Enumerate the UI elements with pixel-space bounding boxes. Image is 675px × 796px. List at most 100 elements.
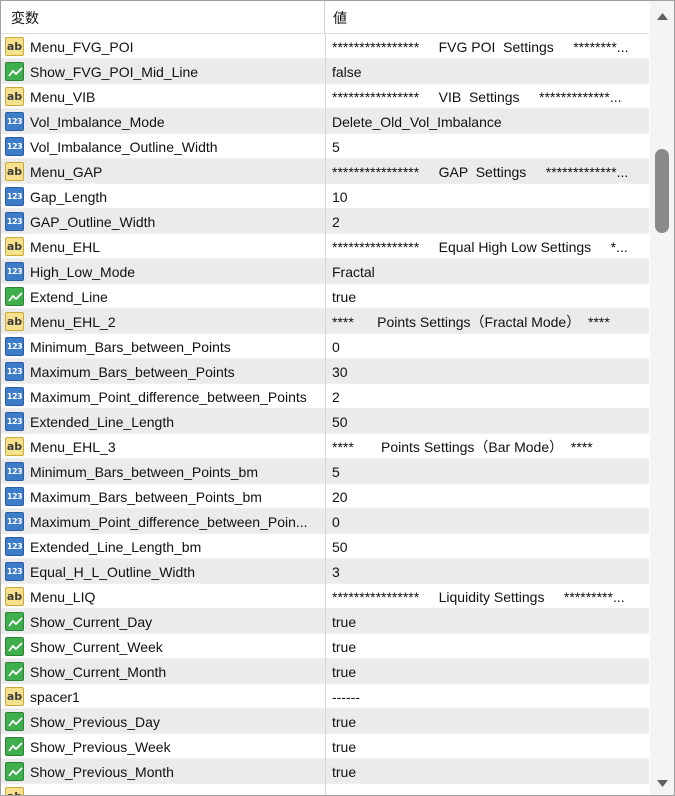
- table-row[interactable]: Show_Previous_Week true: [1, 734, 649, 759]
- variable-cell[interactable]: ab: [1, 784, 324, 795]
- column-header-variable[interactable]: 変数: [11, 1, 39, 34]
- variable-cell[interactable]: Show_Previous_Month: [1, 759, 324, 784]
- table-row[interactable]: ab Menu_LIQ **************** Liquidity Set…: [1, 584, 649, 609]
- value-cell[interactable]: 50: [325, 409, 649, 434]
- value-cell[interactable]: **************** Equal High Low Settings…: [325, 234, 649, 259]
- value-cell[interactable]: 10: [325, 184, 649, 209]
- table-row[interactable]: Show_Previous_Month true: [1, 759, 649, 784]
- value-cell[interactable]: false: [325, 59, 649, 84]
- table-row[interactable]: 123 Minimum_Bars_between_Points_bm 5: [1, 459, 649, 484]
- variable-value[interactable]: ------: [332, 684, 638, 710]
- value-cell[interactable]: **** Points Settings（Fractal Mode） ****: [325, 309, 649, 334]
- variable-value[interactable]: true: [332, 659, 638, 685]
- column-header-value[interactable]: 値: [333, 1, 347, 34]
- variable-value[interactable]: true: [332, 709, 638, 735]
- table-row[interactable]: 123 Equal_H_L_Outline_Width 3: [1, 559, 649, 584]
- variable-value[interactable]: 2: [332, 384, 638, 410]
- variable-cell[interactable]: ab Menu_VIB: [1, 84, 324, 109]
- variable-cell[interactable]: Show_Current_Month: [1, 659, 324, 684]
- table-row[interactable]: 123 Vol_Imbalance_Mode Delete_Old_Vol_Imba…: [1, 109, 649, 134]
- variable-value[interactable]: 5: [332, 134, 638, 160]
- variable-value[interactable]: 50: [332, 534, 638, 560]
- variable-value[interactable]: true: [332, 759, 638, 785]
- variable-cell[interactable]: ab Menu_EHL_2: [1, 309, 324, 334]
- variable-cell[interactable]: Show_Previous_Week: [1, 734, 324, 759]
- value-cell[interactable]: Fractal: [325, 259, 649, 284]
- value-cell[interactable]: true: [325, 659, 649, 684]
- variable-cell[interactable]: ab Menu_GAP: [1, 159, 324, 184]
- table-row[interactable]: Extend_Line true: [1, 284, 649, 309]
- value-cell[interactable]: **** Points Settings（Bar Mode） ****: [325, 434, 649, 459]
- variable-cell[interactable]: 123 Equal_H_L_Outline_Width: [1, 559, 324, 584]
- table-row[interactable]: ab Menu_EHL_3 **** Points Settings（Bar Mod…: [1, 434, 649, 459]
- variable-value[interactable]: 0: [332, 334, 638, 360]
- table-row[interactable]: Show_FVG_POI_Mid_Line false: [1, 59, 649, 84]
- variable-value[interactable]: 30: [332, 359, 638, 385]
- table-row[interactable]: 123 Minimum_Bars_between_Points 0: [1, 334, 649, 359]
- variable-value[interactable]: Delete_Old_Vol_Imbalance: [332, 109, 638, 135]
- variable-cell[interactable]: 123 Maximum_Point_difference_between_Poin…: [1, 384, 324, 409]
- variable-value[interactable]: 5: [332, 459, 638, 485]
- variable-cell[interactable]: ab Menu_FVG_POI: [1, 34, 324, 59]
- table-row[interactable]: 123 Maximum_Point_difference_between_Poin…: [1, 384, 649, 409]
- value-cell[interactable]: true: [325, 284, 649, 309]
- table-row[interactable]: 123 High_Low_Mode Fractal: [1, 259, 649, 284]
- table-row[interactable]: 123 Extended_Line_Length_bm 50: [1, 534, 649, 559]
- variable-value[interactable]: **** Points Settings（Bar Mode） ****: [332, 434, 638, 460]
- variable-value[interactable]: **************** GAP Settings **********…: [332, 159, 638, 185]
- value-cell[interactable]: [325, 784, 649, 795]
- value-cell[interactable]: **************** Liquidity Settings ****…: [325, 584, 649, 609]
- value-cell[interactable]: 0: [325, 334, 649, 359]
- variable-value[interactable]: true: [332, 634, 638, 660]
- variable-cell[interactable]: 123 Maximum_Bars_between_Points_bm: [1, 484, 324, 509]
- value-cell[interactable]: 5: [325, 459, 649, 484]
- value-cell[interactable]: 50: [325, 534, 649, 559]
- table-row[interactable]: 123 GAP_Outline_Width 2: [1, 209, 649, 234]
- table-row[interactable]: 123 Maximum_Bars_between_Points_bm 20: [1, 484, 649, 509]
- table-row[interactable]: ab Menu_EHL **************** Equal High Lo…: [1, 234, 649, 259]
- variable-value[interactable]: **************** Equal High Low Settings…: [332, 234, 638, 260]
- scroll-up-arrow-icon[interactable]: [655, 9, 670, 24]
- value-cell[interactable]: 5: [325, 134, 649, 159]
- value-cell[interactable]: 30: [325, 359, 649, 384]
- variable-cell[interactable]: Extend_Line: [1, 284, 324, 309]
- variable-cell[interactable]: 123 Maximum_Bars_between_Points: [1, 359, 324, 384]
- variable-cell[interactable]: 123 Vol_Imbalance_Outline_Width: [1, 134, 324, 159]
- column-divider[interactable]: [324, 1, 325, 34]
- vertical-scrollbar[interactable]: [650, 1, 674, 795]
- table-row[interactable]: 123 Vol_Imbalance_Outline_Width 5: [1, 134, 649, 159]
- variable-cell[interactable]: Show_Current_Week: [1, 634, 324, 659]
- value-cell[interactable]: ------: [325, 684, 649, 709]
- table-row[interactable]: 123 Maximum_Point_difference_between_Poin…: [1, 509, 649, 534]
- variable-cell[interactable]: 123 Extended_Line_Length_bm: [1, 534, 324, 559]
- table-row[interactable]: Show_Current_Week true: [1, 634, 649, 659]
- variable-cell[interactable]: 123 Maximum_Point_difference_between_Poin…: [1, 509, 324, 534]
- variable-value[interactable]: 2: [332, 209, 638, 235]
- variable-cell[interactable]: ab Menu_EHL: [1, 234, 324, 259]
- value-cell[interactable]: true: [325, 634, 649, 659]
- value-cell[interactable]: true: [325, 609, 649, 634]
- table-row[interactable]: ab Menu_GAP **************** GAP Settings …: [1, 159, 649, 184]
- value-cell[interactable]: true: [325, 734, 649, 759]
- variable-value[interactable]: true: [332, 284, 638, 310]
- value-cell[interactable]: 0: [325, 509, 649, 534]
- variable-value[interactable]: 10: [332, 184, 638, 210]
- value-cell[interactable]: **************** VIB Settings **********…: [325, 84, 649, 109]
- variable-value[interactable]: true: [332, 609, 638, 635]
- value-cell[interactable]: 3: [325, 559, 649, 584]
- variable-value[interactable]: **************** Liquidity Settings ****…: [332, 584, 638, 610]
- variable-cell[interactable]: ab Menu_EHL_3: [1, 434, 324, 459]
- variable-cell[interactable]: ab spacer1: [1, 684, 324, 709]
- variable-cell[interactable]: 123 GAP_Outline_Width: [1, 209, 324, 234]
- table-row[interactable]: ab spacer1 ------: [1, 684, 649, 709]
- variable-cell[interactable]: Show_Previous_Day: [1, 709, 324, 734]
- variable-cell[interactable]: ab Menu_LIQ: [1, 584, 324, 609]
- value-cell[interactable]: true: [325, 759, 649, 784]
- value-cell[interactable]: **************** GAP Settings **********…: [325, 159, 649, 184]
- value-cell[interactable]: 2: [325, 384, 649, 409]
- variable-cell[interactable]: Show_Current_Day: [1, 609, 324, 634]
- variable-cell[interactable]: 123 Minimum_Bars_between_Points: [1, 334, 324, 359]
- table-row[interactable]: Show_Previous_Day true: [1, 709, 649, 734]
- variable-cell[interactable]: 123 High_Low_Mode: [1, 259, 324, 284]
- table-row[interactable]: 123 Extended_Line_Length 50: [1, 409, 649, 434]
